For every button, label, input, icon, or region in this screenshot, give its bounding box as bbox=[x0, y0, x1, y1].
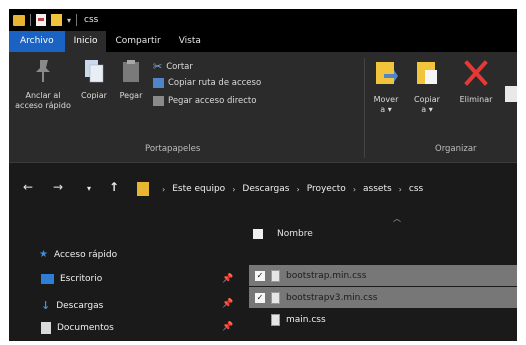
delete-label: Eliminar bbox=[459, 95, 493, 104]
document-icon bbox=[41, 322, 51, 334]
desktop-icon bbox=[41, 274, 54, 284]
paste-icon bbox=[123, 60, 139, 82]
move-to-icon bbox=[376, 62, 398, 84]
nav-item-label: Descargas bbox=[56, 300, 104, 311]
file-row[interactable]: ✓ bootstrapv3.min.css bbox=[249, 287, 517, 308]
delete-button[interactable]: Eliminar bbox=[453, 58, 499, 105]
tab-inicio[interactable]: Inicio bbox=[64, 31, 107, 52]
file-row[interactable]: main.css bbox=[249, 309, 517, 330]
nav-item-label: Documentos bbox=[57, 323, 114, 333]
copy-to-icon bbox=[417, 62, 437, 84]
breadcrumb-descargas[interactable]: Descargas bbox=[242, 184, 289, 194]
copy-icon bbox=[85, 60, 104, 83]
tab-archivo[interactable]: Archivo bbox=[9, 31, 65, 52]
delete-icon bbox=[464, 60, 488, 86]
ribbon: Anclar al acceso rápido Copiar Pegar ✂ C… bbox=[9, 52, 517, 163]
file-explorer-window: ▾ css Archivo Inicio Compartir Vista Anc… bbox=[9, 9, 517, 341]
cut-label: Cortar bbox=[166, 61, 193, 72]
group-label-organizar: Organizar bbox=[435, 144, 477, 154]
copy-button[interactable]: Copiar bbox=[77, 58, 111, 101]
cut-icon: ✂ bbox=[153, 60, 163, 73]
file-icon bbox=[271, 313, 280, 326]
tab-compartir[interactable]: Compartir bbox=[106, 31, 169, 52]
group-divider bbox=[364, 58, 365, 158]
folder-icon bbox=[137, 182, 149, 196]
file-icon bbox=[271, 269, 280, 282]
paste-shortcut-button[interactable]: Pegar acceso directo bbox=[153, 96, 256, 106]
pin-icon bbox=[36, 60, 50, 82]
copy-to-label-line1: Copiar bbox=[414, 95, 440, 104]
file-row[interactable]: ✓ bootstrap.min.css bbox=[249, 265, 517, 286]
nav-item-descargas[interactable]: ↓ Descargas bbox=[41, 299, 103, 312]
file-name: main.css bbox=[286, 314, 326, 325]
file-name: bootstrapv3.min.css bbox=[286, 292, 378, 303]
breadcrumb-separator: › bbox=[352, 184, 357, 194]
pin-icon: 📌 bbox=[222, 274, 234, 284]
folder-icon[interactable] bbox=[13, 14, 25, 26]
sort-indicator-icon: ︿ bbox=[393, 214, 401, 223]
breadcrumb-separator: › bbox=[162, 184, 166, 194]
quick-access-dropdown-icon[interactable]: ▾ bbox=[67, 16, 71, 25]
pin-label-line1: Anclar al bbox=[25, 91, 61, 100]
ribbon-tabs: Archivo Inicio Compartir Vista bbox=[9, 31, 517, 52]
column-header-nombre[interactable]: Nombre bbox=[253, 229, 313, 239]
move-to-label-line2: a ▾ bbox=[380, 105, 392, 114]
breadcrumb-separator: › bbox=[232, 184, 236, 194]
file-checkbox[interactable]: ✓ bbox=[255, 270, 265, 281]
file-list: ︿ Nombre ✓ bootstrap.min.css ✓ bootstrap… bbox=[239, 209, 517, 341]
title-bar: ▾ css bbox=[9, 9, 517, 31]
breadcrumb: › Este equipo › Descargas › Proyecto › a… bbox=[137, 177, 423, 201]
toolbar-divider bbox=[30, 14, 31, 26]
nav-quick-access-label: Acceso rápido bbox=[53, 249, 118, 260]
breadcrumb-separator: › bbox=[296, 184, 300, 194]
select-all-checkbox[interactable] bbox=[253, 229, 263, 239]
paste-shortcut-icon bbox=[153, 96, 164, 106]
breadcrumb-assets[interactable]: assets bbox=[363, 184, 392, 194]
paste-button[interactable]: Pegar bbox=[116, 58, 146, 101]
file-checkbox[interactable]: ✓ bbox=[255, 292, 265, 303]
paste-label: Pegar bbox=[119, 91, 143, 100]
nav-item-label: Escritorio bbox=[60, 274, 103, 284]
tab-vista[interactable]: Vista bbox=[170, 31, 210, 52]
copy-path-icon bbox=[153, 78, 164, 88]
navigation-pane: ★ Acceso rápido Escritorio 📌 ↓ Descargas… bbox=[9, 209, 239, 341]
address-row: ← → ▾ ↑ › Este equipo › Descargas › Proy… bbox=[9, 177, 517, 201]
copy-to-label-line2: a ▾ bbox=[421, 105, 433, 114]
breadcrumb-proyecto[interactable]: Proyecto bbox=[307, 184, 346, 194]
pin-label-line2: acceso rápido bbox=[15, 101, 71, 110]
move-to-button[interactable]: Mover a ▾ bbox=[368, 58, 404, 115]
copy-path-label: Copiar ruta de acceso bbox=[168, 78, 262, 88]
download-icon: ↓ bbox=[41, 299, 51, 312]
up-button[interactable]: ↑ bbox=[109, 180, 119, 194]
nav-item-escritorio[interactable]: Escritorio bbox=[41, 274, 102, 284]
forward-button[interactable]: → bbox=[53, 180, 63, 194]
copy-to-button[interactable]: Copiar a ▾ bbox=[409, 58, 445, 115]
pin-icon: 📌 bbox=[222, 299, 234, 309]
file-name: bootstrap.min.css bbox=[286, 270, 367, 281]
nav-item-documentos[interactable]: Documentos bbox=[41, 322, 114, 334]
column-header-label: Nombre bbox=[277, 229, 313, 239]
file-icon bbox=[271, 291, 280, 304]
window-title: css bbox=[84, 15, 99, 25]
nav-quick-access[interactable]: ★ Acceso rápido bbox=[39, 249, 117, 260]
pin-to-quick-access-button[interactable]: Anclar al acceso rápido bbox=[13, 58, 73, 111]
star-icon: ★ bbox=[39, 249, 48, 260]
breadcrumb-separator: › bbox=[398, 184, 402, 194]
cut-button[interactable]: ✂ Cortar bbox=[153, 60, 193, 73]
recent-locations-button[interactable]: ▾ bbox=[87, 184, 91, 193]
new-folder-icon[interactable] bbox=[51, 14, 62, 26]
paste-shortcut-label: Pegar acceso directo bbox=[168, 96, 257, 106]
back-button[interactable]: ← bbox=[23, 180, 33, 194]
toolbar-divider bbox=[76, 14, 78, 26]
breadcrumb-css[interactable]: css bbox=[409, 184, 423, 194]
copy-path-button[interactable]: Copiar ruta de acceso bbox=[153, 78, 261, 88]
move-to-label-line1: Mover bbox=[373, 95, 399, 104]
pin-icon: 📌 bbox=[222, 322, 234, 332]
breadcrumb-este-equipo[interactable]: Este equipo bbox=[172, 184, 225, 194]
group-label-portapapeles: Portapapeles bbox=[145, 144, 201, 154]
properties-icon[interactable] bbox=[36, 14, 46, 26]
copy-label: Copiar bbox=[81, 91, 107, 100]
rename-icon[interactable] bbox=[505, 86, 517, 102]
